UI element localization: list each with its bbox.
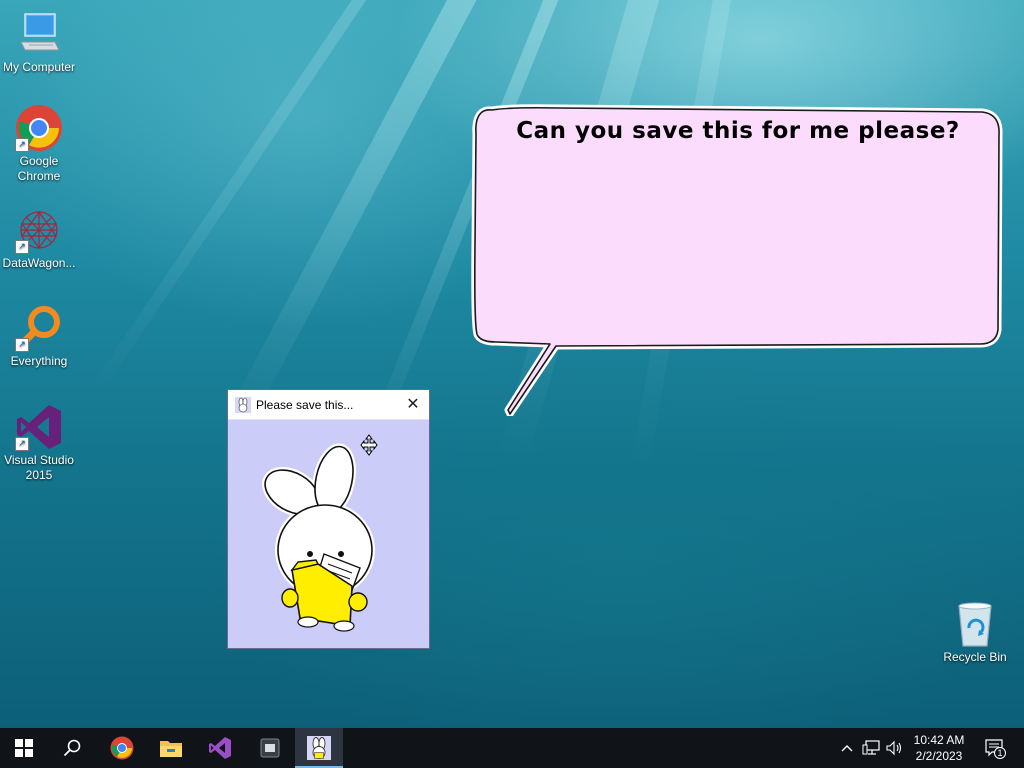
taskbar: 10:42 AM 2/2/2023 1 <box>0 728 1024 768</box>
taskbar-visual-studio[interactable] <box>196 728 244 768</box>
desktop-icon-label: Recycle Bin <box>943 650 1007 664</box>
clock-date: 2/2/2023 <box>915 749 963 763</box>
app-window[interactable]: Please save this... ✕ <box>227 389 430 649</box>
desktop-icon-label: DataWagon... <box>2 256 76 270</box>
network-button[interactable] <box>858 728 884 768</box>
speech-bubble-text: Can you save this for me please? <box>516 118 960 144</box>
close-button[interactable]: ✕ <box>397 390 429 419</box>
chrome-icon: ↗ <box>15 104 63 152</box>
shortcut-arrow-icon: ↗ <box>15 437 29 451</box>
shortcut-arrow-icon: ↗ <box>15 138 29 152</box>
taskbar-file-explorer[interactable] <box>147 728 195 768</box>
bunny-app-icon <box>235 397 251 413</box>
notification-count: 1 <box>997 748 1003 758</box>
desktop-icon-recycle-bin[interactable]: Recycle Bin <box>936 600 1014 665</box>
computer-icon <box>15 10 63 58</box>
desktop-icon-label: Everything <box>10 354 68 368</box>
desktop-icon-everything[interactable]: ↗ Everything <box>0 304 78 369</box>
desktop-icon-label: Visual Studio 2015 <box>4 453 74 482</box>
desktop: My Computer ↗ Google Chrome ↗ DataWagon.… <box>0 0 1024 728</box>
action-center-button[interactable]: 1 <box>980 728 1010 768</box>
datawagon-icon: ↗ <box>15 206 63 254</box>
file-explorer-icon <box>160 741 182 757</box>
search-icon <box>63 739 81 757</box>
visual-studio-icon <box>209 737 231 759</box>
recycle-bin-icon <box>951 600 999 648</box>
windows-logo-icon <box>15 739 33 757</box>
clock-time: 10:42 AM <box>913 733 965 747</box>
visual-studio-icon: ↗ <box>15 403 63 451</box>
speech-bubble <box>471 104 1003 416</box>
shortcut-arrow-icon: ↗ <box>15 338 29 352</box>
shortcut-arrow-icon: ↗ <box>15 240 29 254</box>
desktop-icon-label: My Computer <box>2 60 76 74</box>
taskbar-chrome[interactable] <box>98 728 146 768</box>
desktop-icon-datawagon[interactable]: ↗ DataWagon... <box>0 206 78 271</box>
taskbar-bunny-app[interactable] <box>295 728 343 768</box>
window-titlebar[interactable]: Please save this... ✕ <box>228 390 429 420</box>
speaker-icon <box>886 740 902 756</box>
bunny-with-folder-illustration <box>262 443 375 632</box>
taskbar-clock[interactable]: 10:42 AM 2/2/2023 <box>906 732 972 764</box>
app-icon <box>260 738 280 758</box>
desktop-icon-google-chrome[interactable]: ↗ Google Chrome <box>0 104 78 184</box>
light-ray <box>227 0 495 426</box>
chrome-icon <box>110 736 134 760</box>
volume-button[interactable] <box>884 728 906 768</box>
network-icon <box>862 740 880 755</box>
move-cursor-icon <box>360 434 378 456</box>
show-hidden-icons-button[interactable] <box>836 728 858 768</box>
taskbar-app[interactable] <box>246 728 294 768</box>
desktop-icon-my-computer[interactable]: My Computer <box>0 10 78 75</box>
start-button[interactable] <box>0 728 48 768</box>
desktop-icon-label: Google Chrome <box>17 154 61 183</box>
everything-search-icon: ↗ <box>15 304 63 352</box>
bunny-app-icon <box>307 736 331 760</box>
chevron-up-icon <box>841 745 853 752</box>
search-button[interactable] <box>48 728 96 768</box>
desktop-icon-visual-studio[interactable]: ↗ Visual Studio 2015 <box>0 403 78 483</box>
window-title: Please save this... <box>256 398 354 412</box>
close-icon: ✕ <box>406 396 420 413</box>
